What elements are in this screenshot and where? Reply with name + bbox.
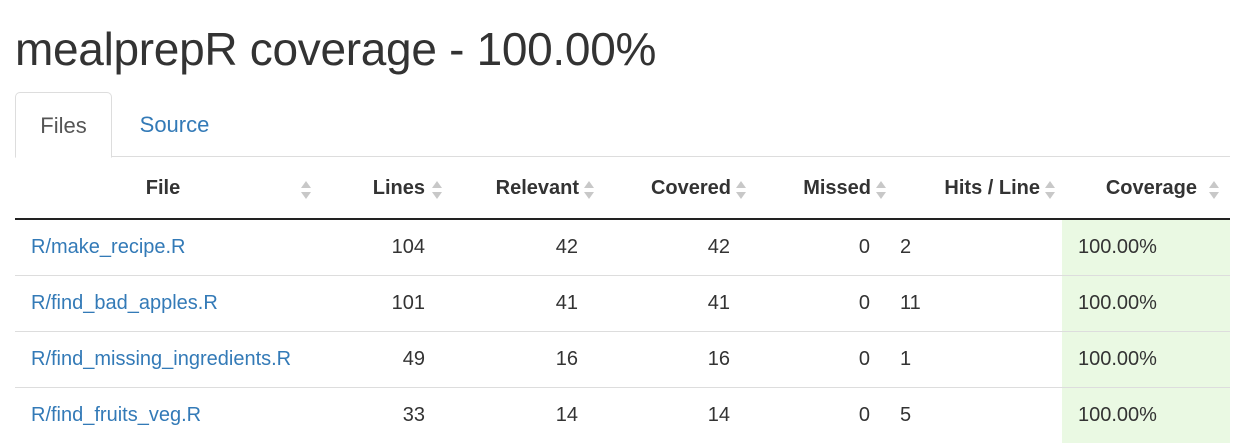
table-row: R/make_recipe.R 104 42 42 0 2 100.00% (15, 218, 1230, 275)
page-title: mealprepR coverage - 100.00% (15, 23, 657, 75)
coverage-cell: 100.00% (1062, 386, 1230, 443)
relevant-cell: 16 (445, 330, 597, 387)
table-row: R/find_missing_ingredients.R 49 16 16 0 … (15, 330, 1230, 387)
covered-cell: 16 (597, 330, 749, 387)
header-file[interactable]: File (15, 158, 325, 220)
table-header-row: File Lines Relevant Covered Missed Hits … (15, 158, 1230, 220)
sort-icon (300, 178, 312, 202)
table-row: R/find_fruits_veg.R 33 14 14 0 5 100.00% (15, 386, 1230, 443)
hits-cell: 5 (889, 386, 1062, 443)
file-link[interactable]: R/find_fruits_veg.R (31, 404, 201, 426)
missed-cell: 0 (749, 218, 889, 275)
hits-cell: 11 (889, 274, 1062, 331)
relevant-cell: 14 (445, 386, 597, 443)
relevant-cell: 41 (445, 274, 597, 331)
sort-icon (431, 178, 443, 202)
relevant-cell: 42 (445, 218, 597, 275)
coverage-cell: 100.00% (1062, 330, 1230, 387)
sort-icon (735, 178, 747, 202)
tab-files[interactable]: Files (15, 92, 112, 158)
sort-icon (1208, 178, 1220, 202)
missed-cell: 0 (749, 274, 889, 331)
tab-source[interactable]: Source (112, 92, 237, 157)
sort-icon (1044, 178, 1056, 202)
header-hits-line[interactable]: Hits / Line (889, 158, 1062, 220)
header-lines[interactable]: Lines (325, 158, 445, 220)
table-row: R/find_bad_apples.R 101 41 41 0 11 100.0… (15, 274, 1230, 331)
coverage-table: File Lines Relevant Covered Missed Hits … (15, 158, 1230, 443)
sort-icon (875, 178, 887, 202)
coverage-cell: 100.00% (1062, 274, 1230, 331)
missed-cell: 0 (749, 330, 889, 387)
file-link[interactable]: R/make_recipe.R (31, 236, 186, 258)
hits-cell: 2 (889, 218, 1062, 275)
lines-cell: 33 (325, 386, 445, 443)
file-link[interactable]: R/find_bad_apples.R (31, 292, 218, 314)
covered-cell: 14 (597, 386, 749, 443)
header-relevant[interactable]: Relevant (445, 158, 597, 220)
covered-cell: 41 (597, 274, 749, 331)
lines-cell: 49 (325, 330, 445, 387)
lines-cell: 104 (325, 218, 445, 275)
header-covered[interactable]: Covered (597, 158, 749, 220)
coverage-cell: 100.00% (1062, 218, 1230, 275)
lines-cell: 101 (325, 274, 445, 331)
hits-cell: 1 (889, 330, 1062, 387)
sort-icon (583, 178, 595, 202)
header-missed[interactable]: Missed (749, 158, 889, 220)
file-link[interactable]: R/find_missing_ingredients.R (31, 348, 291, 370)
header-coverage[interactable]: Coverage (1062, 158, 1230, 220)
tab-bar: Files Source (15, 92, 1230, 158)
covered-cell: 42 (597, 218, 749, 275)
missed-cell: 0 (749, 386, 889, 443)
